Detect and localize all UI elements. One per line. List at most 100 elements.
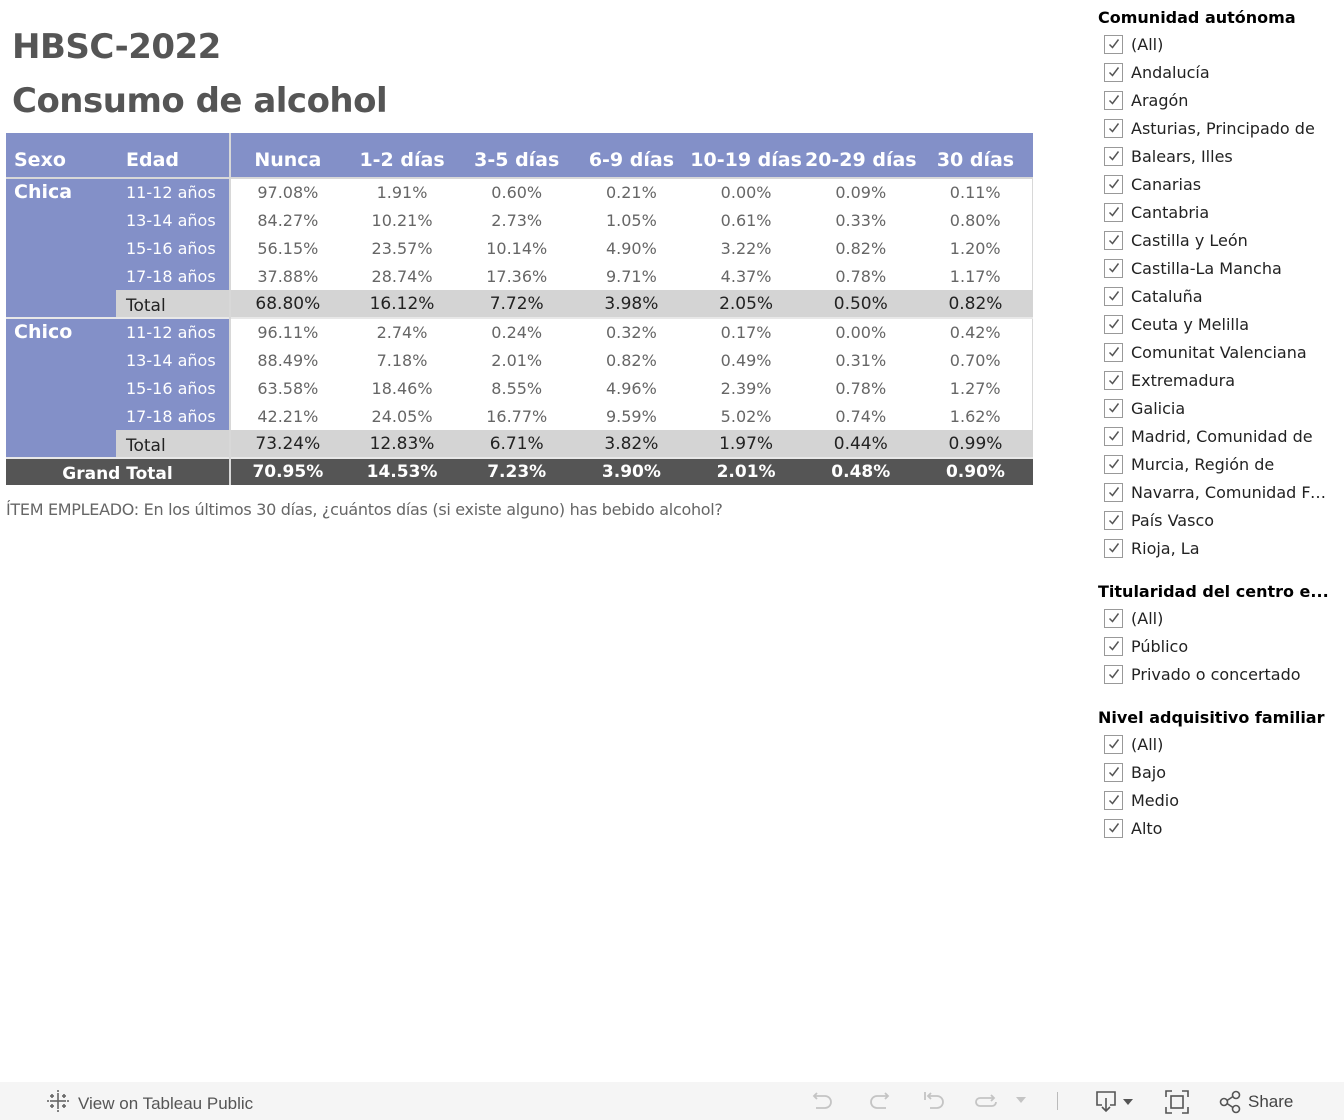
checkbox[interactable] (1104, 202, 1123, 222)
checkbox[interactable] (1104, 734, 1123, 754)
total-value-cell[interactable]: 12.83% (344, 430, 460, 458)
checkbox[interactable] (1104, 482, 1123, 502)
view-on-tableau-public-link[interactable]: View on Tableau Public (46, 1089, 253, 1118)
value-cell[interactable]: 4.90% (574, 234, 689, 262)
filter-item[interactable]: (All) (1098, 604, 1344, 632)
edad-cell[interactable]: 15-16 años (116, 374, 231, 402)
value-cell[interactable]: 37.88% (230, 262, 345, 290)
value-cell[interactable]: 0.70% (918, 346, 1034, 374)
value-cell[interactable]: 3.22% (688, 234, 804, 262)
edad-cell[interactable]: 11-12 años (116, 318, 231, 346)
value-cell[interactable]: 42.21% (230, 402, 345, 430)
checkbox[interactable] (1104, 762, 1123, 782)
value-cell[interactable]: 2.73% (459, 206, 575, 234)
edad-cell[interactable]: 17-18 años (116, 262, 231, 290)
filter-item[interactable]: Galicia (1098, 394, 1344, 422)
edad-cell[interactable]: 13-14 años (116, 346, 231, 374)
filter-item[interactable]: Castilla y León (1098, 226, 1344, 254)
checkbox[interactable] (1104, 90, 1123, 110)
checkbox[interactable] (1104, 454, 1123, 474)
edad-cell[interactable]: 15-16 años (116, 234, 231, 262)
checkbox[interactable] (1104, 286, 1123, 306)
value-cell[interactable]: 0.82% (574, 346, 689, 374)
value-cell[interactable]: 56.15% (230, 234, 345, 262)
checkbox[interactable] (1104, 146, 1123, 166)
filter-item[interactable]: Cantabria (1098, 198, 1344, 226)
value-cell[interactable]: 0.31% (803, 346, 919, 374)
checkbox[interactable] (1104, 314, 1123, 334)
checkbox[interactable] (1104, 174, 1123, 194)
header-30-dias[interactable]: 30 días (918, 133, 1033, 178)
filter-item[interactable]: Andalucía (1098, 58, 1344, 86)
redo-button[interactable] (866, 1089, 892, 1113)
checkbox[interactable] (1104, 230, 1123, 250)
total-value-cell[interactable]: 16.12% (344, 290, 460, 318)
value-cell[interactable]: 4.96% (574, 374, 689, 402)
filter-item[interactable]: Murcia, Región de (1098, 450, 1344, 478)
value-cell[interactable]: 1.17% (918, 262, 1034, 290)
grand-total-value-cell[interactable]: 3.90% (574, 458, 689, 485)
value-cell[interactable]: 16.77% (459, 402, 575, 430)
grand-total-value-cell[interactable]: 70.95% (230, 458, 345, 485)
filter-item[interactable]: Castilla-La Mancha (1098, 254, 1344, 282)
value-cell[interactable]: 1.20% (918, 234, 1034, 262)
value-cell[interactable]: 8.55% (459, 374, 575, 402)
total-value-cell[interactable]: 1.97% (688, 430, 804, 458)
filter-item[interactable]: Extremadura (1098, 366, 1344, 394)
value-cell[interactable]: 0.80% (918, 206, 1034, 234)
value-cell[interactable]: 84.27% (230, 206, 345, 234)
value-cell[interactable]: 0.74% (803, 402, 919, 430)
filter-item[interactable]: Madrid, Comunidad de (1098, 422, 1344, 450)
checkbox[interactable] (1104, 636, 1123, 656)
checkbox[interactable] (1104, 370, 1123, 390)
value-cell[interactable]: 0.21% (574, 178, 689, 206)
total-value-cell[interactable]: 0.99% (918, 430, 1033, 458)
edad-cell[interactable]: 17-18 años (116, 402, 231, 430)
value-cell[interactable]: 7.18% (344, 346, 460, 374)
value-cell[interactable]: 0.09% (803, 178, 919, 206)
value-cell[interactable]: 10.21% (344, 206, 460, 234)
total-value-cell[interactable]: 2.05% (688, 290, 804, 318)
value-cell[interactable]: 0.11% (918, 178, 1034, 206)
share-button[interactable]: Share (1218, 1090, 1293, 1114)
fullscreen-button[interactable] (1164, 1089, 1190, 1115)
checkbox[interactable] (1104, 426, 1123, 446)
value-cell[interactable]: 23.57% (344, 234, 460, 262)
value-cell[interactable]: 10.14% (459, 234, 575, 262)
value-cell[interactable]: 88.49% (230, 346, 345, 374)
total-value-cell[interactable]: 0.82% (918, 290, 1033, 318)
checkbox[interactable] (1104, 608, 1123, 628)
checkbox[interactable] (1104, 398, 1123, 418)
checkbox[interactable] (1104, 34, 1123, 54)
value-cell[interactable]: 0.82% (803, 234, 919, 262)
value-cell[interactable]: 0.32% (574, 318, 689, 346)
undo-button[interactable] (810, 1089, 836, 1113)
edad-cell[interactable]: 13-14 años (116, 206, 231, 234)
checkbox[interactable] (1104, 538, 1123, 558)
total-value-cell[interactable]: 73.24% (230, 430, 345, 458)
value-cell[interactable]: 0.49% (688, 346, 804, 374)
checkbox[interactable] (1104, 818, 1123, 838)
header-6-9-dias[interactable]: 6-9 días (574, 133, 689, 178)
value-cell[interactable]: 17.36% (459, 262, 575, 290)
header-3-5-dias[interactable]: 3-5 días (459, 133, 575, 178)
value-cell[interactable]: 0.24% (459, 318, 575, 346)
checkbox[interactable] (1104, 790, 1123, 810)
value-cell[interactable]: 63.58% (230, 374, 345, 402)
grand-total-value-cell[interactable]: 14.53% (344, 458, 460, 485)
total-value-cell[interactable]: 7.72% (459, 290, 575, 318)
download-button[interactable] (1094, 1089, 1136, 1115)
value-cell[interactable]: 1.62% (918, 402, 1034, 430)
value-cell[interactable]: 9.71% (574, 262, 689, 290)
filter-item[interactable]: Balears, Illes (1098, 142, 1344, 170)
value-cell[interactable]: 18.46% (344, 374, 460, 402)
grand-total-value-cell[interactable]: 0.90% (918, 458, 1033, 485)
value-cell[interactable]: 0.78% (803, 262, 919, 290)
value-cell[interactable]: 5.02% (688, 402, 804, 430)
filter-item[interactable]: Medio (1098, 786, 1344, 814)
value-cell[interactable]: 97.08% (230, 178, 345, 206)
value-cell[interactable]: 0.61% (688, 206, 804, 234)
refresh-dropdown-button[interactable] (1014, 1095, 1028, 1105)
value-cell[interactable]: 1.91% (344, 178, 460, 206)
header-nunca[interactable]: Nunca (230, 133, 345, 178)
